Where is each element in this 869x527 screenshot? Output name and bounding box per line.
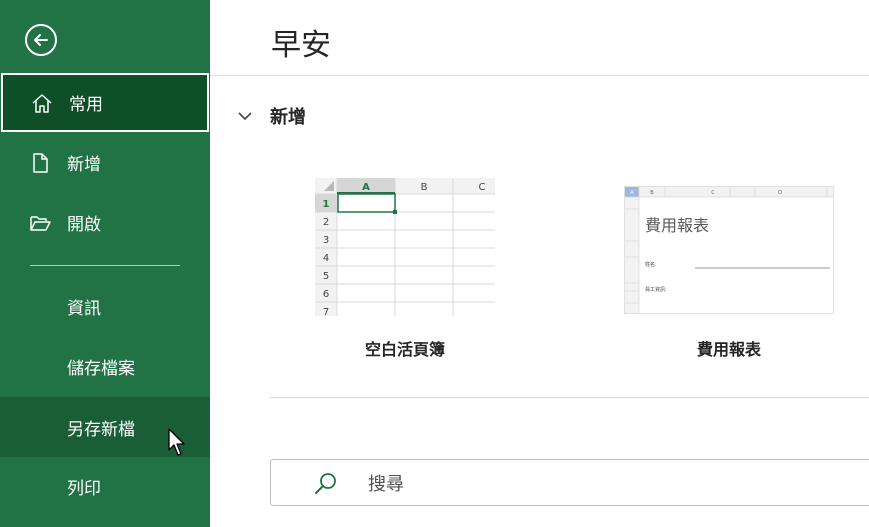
search-input[interactable] <box>366 469 770 499</box>
mouse-cursor-icon <box>168 428 185 456</box>
template-thumbnail: A B C 1 2 3 4 5 6 7 <box>315 178 495 316</box>
nav-item-label: 新增 <box>67 154 101 175</box>
preview-column-header: B <box>650 190 654 196</box>
folder-open-icon <box>30 216 51 231</box>
nav-item-open[interactable]: 開啟 <box>0 193 210 251</box>
greeting-title: 早安 <box>271 28 331 63</box>
nav-item-print[interactable]: 列印 <box>0 457 210 515</box>
nav-item-label: 常用 <box>69 95 103 115</box>
nav-item-save[interactable]: 儲存檔案 <box>0 337 210 395</box>
preview-column-header: C <box>711 190 715 196</box>
row-header: 6 <box>323 289 329 300</box>
preview-field: 姓名: <box>645 261 657 268</box>
nav-item-label: 儲存檔案 <box>67 358 135 379</box>
template-name: 費用報表 <box>696 340 761 359</box>
sidebar-divider <box>30 265 180 266</box>
expense-report-preview: A B C D 費用報表 姓名: 員工資訊: <box>625 187 833 313</box>
back-button[interactable] <box>25 24 57 56</box>
new-file-icon <box>33 153 48 173</box>
main-panel: 早安 新增 A B C 1 2 3 4 5 6 7 空白活頁簿 A B C D … <box>210 0 869 527</box>
search-icon <box>315 473 336 494</box>
nav-item-label: 資訊 <box>67 298 101 319</box>
section-title: 新增 <box>270 107 306 128</box>
nav-item-new[interactable]: 新增 <box>0 133 210 191</box>
nav-item-label: 開啟 <box>67 214 101 235</box>
back-arrow-icon <box>34 34 48 46</box>
blank-workbook-grid: A B C 1 2 3 4 5 6 7 <box>315 178 495 316</box>
column-header: B <box>421 182 428 193</box>
column-header: A <box>362 182 370 193</box>
preview-column-header: D <box>778 190 782 196</box>
backstage-sidebar: 常用 新增 開啟 資訊 儲存檔案 另存新檔 列印 <box>0 0 210 527</box>
template-search-box[interactable] <box>270 459 869 506</box>
template-name: 空白活頁簿 <box>364 340 445 359</box>
template-blank-workbook[interactable]: A B C 1 2 3 4 5 6 7 空白活頁簿 <box>315 178 495 359</box>
header-divider <box>210 75 869 76</box>
row-header: 5 <box>323 271 329 282</box>
section-divider <box>270 397 869 398</box>
row-header: 4 <box>323 253 329 264</box>
nav-item-label: 另存新檔 <box>67 419 135 440</box>
preview-field: 員工資訊: <box>645 286 667 293</box>
preview-column-header: A <box>630 190 634 196</box>
preview-title: 費用報表 <box>645 216 709 235</box>
section-header-new[interactable]: 新增 <box>236 103 306 129</box>
template-expense-report[interactable]: A B C D 費用報表 姓名: 員工資訊: 費用報表 <box>624 178 834 359</box>
chevron-down-icon <box>238 112 252 121</box>
column-header: C <box>479 182 486 193</box>
row-header: 1 <box>323 199 330 210</box>
row-header: 2 <box>323 217 329 228</box>
nav-item-home[interactable]: 常用 <box>1 73 209 132</box>
home-icon <box>32 94 52 113</box>
nav-item-label: 列印 <box>67 478 101 499</box>
nav-item-info[interactable]: 資訊 <box>0 277 210 335</box>
template-thumbnail: A B C D 費用報表 姓名: 員工資訊: <box>624 186 834 314</box>
row-header: 3 <box>323 235 329 246</box>
row-header: 7 <box>323 307 329 316</box>
